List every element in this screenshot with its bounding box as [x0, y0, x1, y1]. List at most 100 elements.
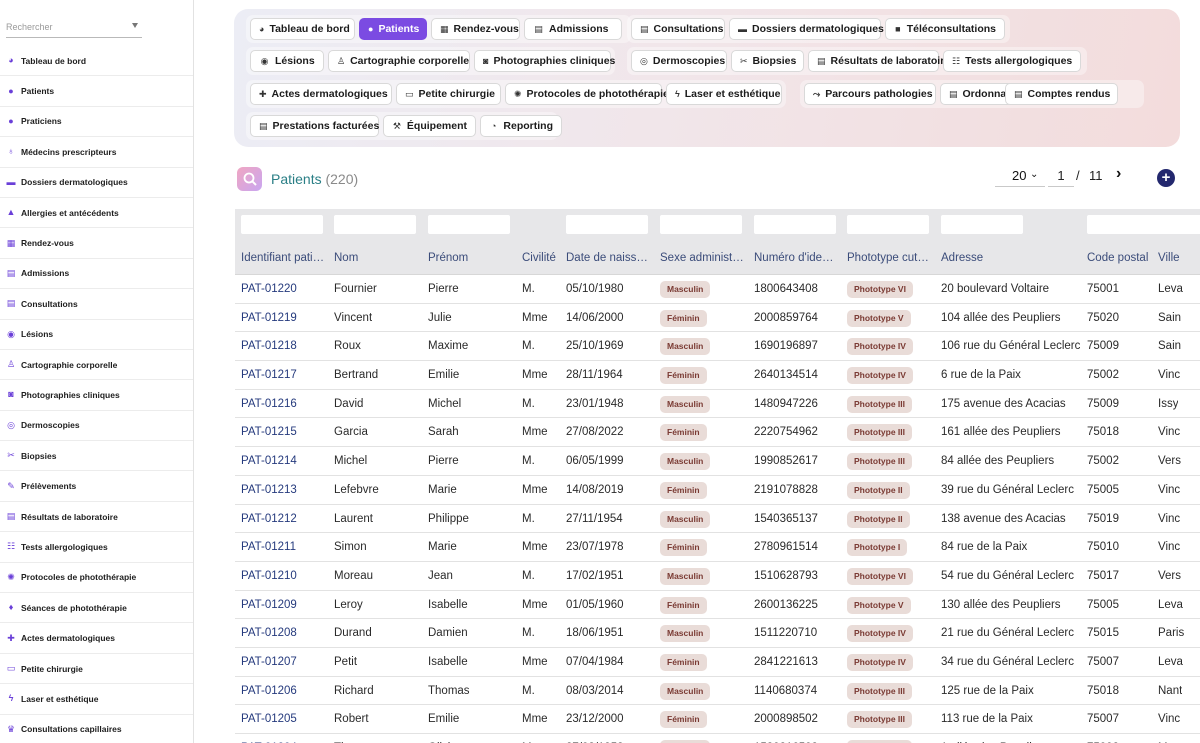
column-header[interactable]: Sexe administ… [660, 252, 744, 264]
tab-laser-et-esth-tique[interactable]: ϟ Laser et esthétique [666, 83, 782, 105]
chevron-down-icon[interactable]: ⌄ [1030, 169, 1038, 180]
tab-patients[interactable]: ● Patients [359, 18, 427, 40]
sidebar-item-admissions[interactable]: ▤ Admissions [0, 259, 193, 290]
column-header[interactable]: Civilité [522, 252, 556, 264]
patient-id-link[interactable]: PAT-01219 [241, 312, 297, 324]
patient-id-link[interactable]: PAT-01207 [241, 656, 297, 668]
tab-tests-allergologiques[interactable]: ☷ Tests allergologiques [943, 50, 1081, 72]
sidebar-item-dossiers-dermatologiques[interactable]: ▬ Dossiers dermatologiques [0, 168, 193, 198]
tab-consultations[interactable]: ▤ Consultations [631, 18, 725, 40]
tab-l-sions[interactable]: ◉ Lésions [250, 50, 324, 72]
sidebar-item-rendez-vous[interactable]: ▦ Rendez-vous [0, 228, 193, 259]
sidebar-search-select[interactable]: Rechercher [6, 14, 142, 38]
column-filter-input[interactable] [428, 215, 510, 234]
next-page-icon[interactable]: › [1116, 165, 1121, 183]
column-filter-input[interactable] [1158, 215, 1200, 234]
current-page-input[interactable]: 1 [1048, 165, 1074, 187]
sidebar-item-patients[interactable]: ● Patients [0, 76, 193, 107]
table-row[interactable]: PAT-01204ThomasOlivierM.27/08/1958Mascul… [235, 734, 1200, 743]
tab-petite-chirurgie[interactable]: ▭ Petite chirurgie [396, 83, 501, 105]
column-filter-input[interactable] [660, 215, 742, 234]
column-header[interactable]: Nom [334, 252, 358, 264]
table-row[interactable]: PAT-01208 Durand Damien M. 18/06/1951 Masculi… [235, 619, 1200, 648]
table-row[interactable]: PAT-01218 Roux Maxime M. 25/10/1969 Masculin 1… [235, 332, 1200, 362]
table-row[interactable]: PAT-01205 Robert Émilie Mme 23/12/2000 Fémini… [235, 705, 1200, 734]
tab-r-sultats-de-laboratoire[interactable]: ▤ Résultats de laboratoire [808, 50, 950, 72]
tab-t-l-consultations[interactable]: ■ Téléconsultations [885, 18, 1005, 40]
column-header[interactable]: Prénom [428, 252, 468, 264]
patient-id-link[interactable]: PAT-01211 [241, 541, 296, 553]
patient-id-link[interactable]: PAT-01209 [241, 599, 297, 611]
patient-id-link[interactable]: PAT-01216 [241, 398, 297, 410]
column-filter-input[interactable] [1087, 215, 1169, 234]
patient-id-link[interactable]: PAT-01206 [241, 685, 297, 697]
tab-cartographie-corporelle[interactable]: ♙ Cartographie corporelle [328, 50, 470, 72]
tab-rendez-vous[interactable]: ▦ Rendez-vous [431, 18, 520, 40]
patient-id-link[interactable]: PAT-01220 [241, 283, 297, 295]
tab-dermoscopies[interactable]: ◎ Dermoscopies [631, 50, 727, 72]
table-row[interactable]: PAT-01213 Lefebvre Marie Mme 14/08/2019 Fémin… [235, 475, 1200, 505]
caret-down-icon[interactable] [132, 23, 138, 28]
patient-id-link[interactable]: PAT-01213 [241, 484, 297, 496]
sidebar-item-dermoscopies[interactable]: ◎ Dermoscopies [0, 411, 193, 442]
patient-id-link[interactable]: PAT-01205 [241, 713, 297, 725]
column-filter-input[interactable] [754, 215, 836, 234]
patient-id-link[interactable]: PAT-01217 [241, 369, 297, 381]
table-row[interactable]: PAT-01207 Petit Isabelle Mme 07/04/1984 Fémin… [235, 647, 1200, 677]
column-header[interactable]: Code postal [1087, 252, 1148, 264]
tab-reporting[interactable]: ◔ Reporting [480, 115, 562, 137]
sidebar-item-laser-et-esth-tique[interactable]: ϟ Laser et esthétique [0, 684, 193, 715]
sidebar-item-photographies-cliniques[interactable]: ◙ Photographies cliniques [0, 380, 193, 411]
tab-comptes-rendus[interactable]: ▤ Comptes rendus [1005, 83, 1118, 105]
sidebar-item-l-sions[interactable]: ◉ Lésions [0, 320, 193, 350]
sidebar-item-biopsies[interactable]: ✂ Biopsies [0, 441, 193, 472]
tab-admissions[interactable]: ▤ Admissions [524, 18, 622, 40]
table-row[interactable]: PAT-01217 Bertrand Émilie Mme 28/11/1964 Fémi… [235, 361, 1200, 390]
column-header[interactable]: Ville [1158, 252, 1180, 264]
table-row[interactable]: PAT-01220 Fournier Pierre M. 05/10/1980 Mascu… [235, 275, 1200, 304]
column-filter-input[interactable] [334, 215, 416, 234]
patient-id-link[interactable]: PAT-01212 [241, 513, 297, 525]
page-size-select[interactable]: 20 ⌄ [995, 165, 1045, 187]
table-row[interactable]: PAT-01216 David Michel M. 23/01/1948 Masculin… [235, 389, 1200, 419]
patient-id-link[interactable]: PAT-01208 [241, 627, 297, 639]
patient-id-link[interactable]: PAT-01215 [241, 426, 297, 438]
table-row[interactable]: PAT-01209 Leroy Isabelle Mme 01/05/1960 Fémin… [235, 590, 1200, 620]
table-row[interactable]: PAT-01219 Vincent Julie Mme 14/06/2000 Fémini… [235, 303, 1200, 333]
sidebar-item-r-sultats-de-laboratoire[interactable]: ▤ Résultats de laboratoire [0, 502, 193, 533]
tab--quipement[interactable]: ⚒ Équipement [383, 115, 476, 137]
table-row[interactable]: PAT-01212 Laurent Philippe M. 27/11/1954 Masc… [235, 504, 1200, 534]
sidebar-item-praticiens[interactable]: ● Praticiens [0, 107, 193, 138]
sidebar-item-pr-l-vements[interactable]: ✎ Prélèvements [0, 471, 193, 502]
sidebar-item-actes-dermatologiques[interactable]: ✚ Actes dermatologiques [0, 623, 193, 654]
column-filter-input[interactable] [566, 215, 648, 234]
tab-protocoles-de-phototh-rapie[interactable]: ✺ Protocoles de photothérapie [505, 83, 669, 105]
column-filter-input[interactable] [941, 215, 1023, 234]
tab-tableau-de-bord[interactable]: ◕ Tableau de bord [250, 18, 355, 40]
table-row[interactable]: PAT-01210 Moreau Jean M. 17/02/1951 Masculin 1… [235, 561, 1200, 591]
tab-biopsies[interactable]: ✂ Biopsies [731, 50, 804, 72]
column-filter-input[interactable] [241, 215, 323, 234]
patient-id-link[interactable]: PAT-01218 [241, 340, 297, 352]
tab-dossiers-dermatologiques[interactable]: ▬ Dossiers dermatologiques [729, 18, 884, 40]
add-patient-button[interactable]: + [1157, 169, 1175, 187]
column-header[interactable]: Numéro d'ide… [754, 252, 834, 264]
sidebar-item-consultations[interactable]: ▤ Consultations [0, 289, 193, 320]
sidebar-item-m-decins-prescripteurs[interactable]: ♁ Médecins prescripteurs [0, 137, 193, 168]
sidebar-item-petite-chirurgie[interactable]: ▭ Petite chirurgie [0, 654, 193, 685]
column-header[interactable]: Adresse [941, 252, 983, 264]
tab-prestations-factur-es[interactable]: ▤ Prestations facturées [250, 115, 379, 137]
tab-actes-dermatologiques[interactable]: ✚ Actes dermatologiques [250, 83, 392, 105]
sidebar-item-s-ances-de-phototh-rapie[interactable]: ♦ Séances de photothérapie [0, 593, 193, 624]
patient-id-link[interactable]: PAT-01214 [241, 455, 297, 467]
table-row[interactable]: PAT-01206 Richard Thomas M. 08/03/2014 Mascul… [235, 676, 1200, 706]
sidebar-item-protocoles-de-phototh-rapie[interactable]: ✺ Protocoles de photothérapie [0, 563, 193, 594]
sidebar-item-cartographie-corporelle[interactable]: ♙ Cartographie corporelle [0, 350, 193, 381]
sidebar-item-tableau-de-bord[interactable]: ◕ Tableau de bord [0, 46, 193, 77]
patient-id-link[interactable]: PAT-01210 [241, 570, 297, 582]
table-row[interactable]: PAT-01214 Michel Pierre M. 06/05/1999 Masculi… [235, 447, 1200, 476]
sidebar-item-allergies-et-ant-c-dents[interactable]: ▲ Allergies et antécédents [0, 198, 193, 229]
tab-parcours-pathologies[interactable]: ⤳ Parcours pathologies [804, 83, 936, 105]
table-row[interactable]: PAT-01215 Garcia Sarah Mme 27/08/2022 Féminin… [235, 418, 1200, 448]
tab-photographies-cliniques[interactable]: ◙ Photographies cliniques [474, 50, 615, 72]
